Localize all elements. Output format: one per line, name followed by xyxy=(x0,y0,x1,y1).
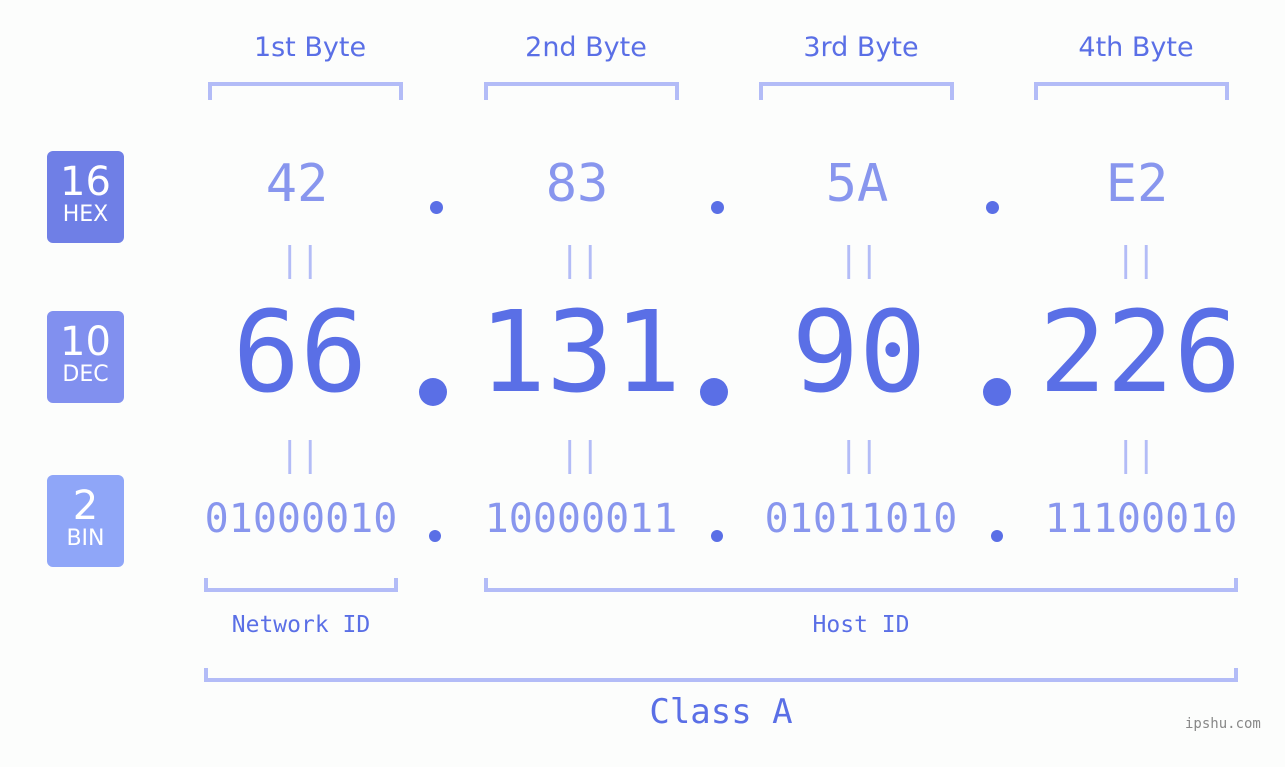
hex-dot-2 xyxy=(711,201,724,214)
bin-dot-2 xyxy=(711,530,723,542)
hex-dot-1 xyxy=(430,201,443,214)
hex-badge-label: HEX xyxy=(62,202,109,227)
hex-byte-4: E2 xyxy=(1105,154,1169,214)
byte-header-2: 2nd Byte xyxy=(525,32,647,63)
byte-header-1: 1st Byte xyxy=(253,32,367,63)
byte-bracket-4 xyxy=(1034,82,1229,100)
equals-hex-dec-4: || xyxy=(1115,240,1157,280)
class-bracket xyxy=(204,668,1238,682)
equals-dec-bin-3: || xyxy=(838,435,880,475)
bin-byte-2: 10000011 xyxy=(484,496,678,542)
hex-byte-3: 5A xyxy=(825,154,889,214)
byte-bracket-2 xyxy=(484,82,679,100)
dec-byte-1: 66 xyxy=(232,288,368,418)
hex-dot-3 xyxy=(986,201,999,214)
byte-bracket-3 xyxy=(759,82,954,100)
dec-byte-3: 90 xyxy=(791,288,927,418)
dec-dot-2 xyxy=(700,378,728,406)
hex-badge-base: 16 xyxy=(60,159,111,205)
dec-dot-1 xyxy=(419,378,447,406)
equals-hex-dec-1: || xyxy=(279,240,321,280)
dec-badge-base: 10 xyxy=(60,319,111,365)
bin-byte-4: 11100010 xyxy=(1044,496,1238,542)
hex-byte-1: 42 xyxy=(265,154,329,214)
hex-badge: 16 HEX xyxy=(47,151,124,243)
dec-badge: 10 DEC xyxy=(47,311,124,403)
equals-hex-dec-3: || xyxy=(838,240,880,280)
bin-dot-1 xyxy=(429,530,441,542)
byte-header-3: 3rd Byte xyxy=(803,32,919,63)
dec-byte-4: 226 xyxy=(1038,288,1242,418)
hex-byte-2: 83 xyxy=(545,154,609,214)
byte-header-4: 4th Byte xyxy=(1078,32,1194,63)
class-label: Class A xyxy=(649,692,793,732)
bin-dot-3 xyxy=(991,530,1003,542)
equals-dec-bin-1: || xyxy=(279,435,321,475)
bin-badge-label: BIN xyxy=(66,526,105,551)
network-id-label: Network ID xyxy=(231,612,371,638)
bin-byte-3: 01011010 xyxy=(764,496,958,542)
network-id-bracket xyxy=(204,578,398,592)
bin-byte-1: 01000010 xyxy=(204,496,398,542)
equals-dec-bin-2: || xyxy=(559,435,601,475)
bin-badge: 2 BIN xyxy=(47,475,124,567)
dec-badge-label: DEC xyxy=(62,362,109,387)
bin-badge-base: 2 xyxy=(72,483,99,529)
host-id-bracket xyxy=(484,578,1238,592)
dec-byte-2: 131 xyxy=(478,288,682,418)
dec-dot-3 xyxy=(983,378,1011,406)
byte-bracket-1 xyxy=(208,82,403,100)
equals-hex-dec-2: || xyxy=(559,240,601,280)
watermark: ipshu.com xyxy=(1185,716,1261,732)
equals-dec-bin-4: || xyxy=(1115,435,1157,475)
host-id-label: Host ID xyxy=(812,612,910,638)
